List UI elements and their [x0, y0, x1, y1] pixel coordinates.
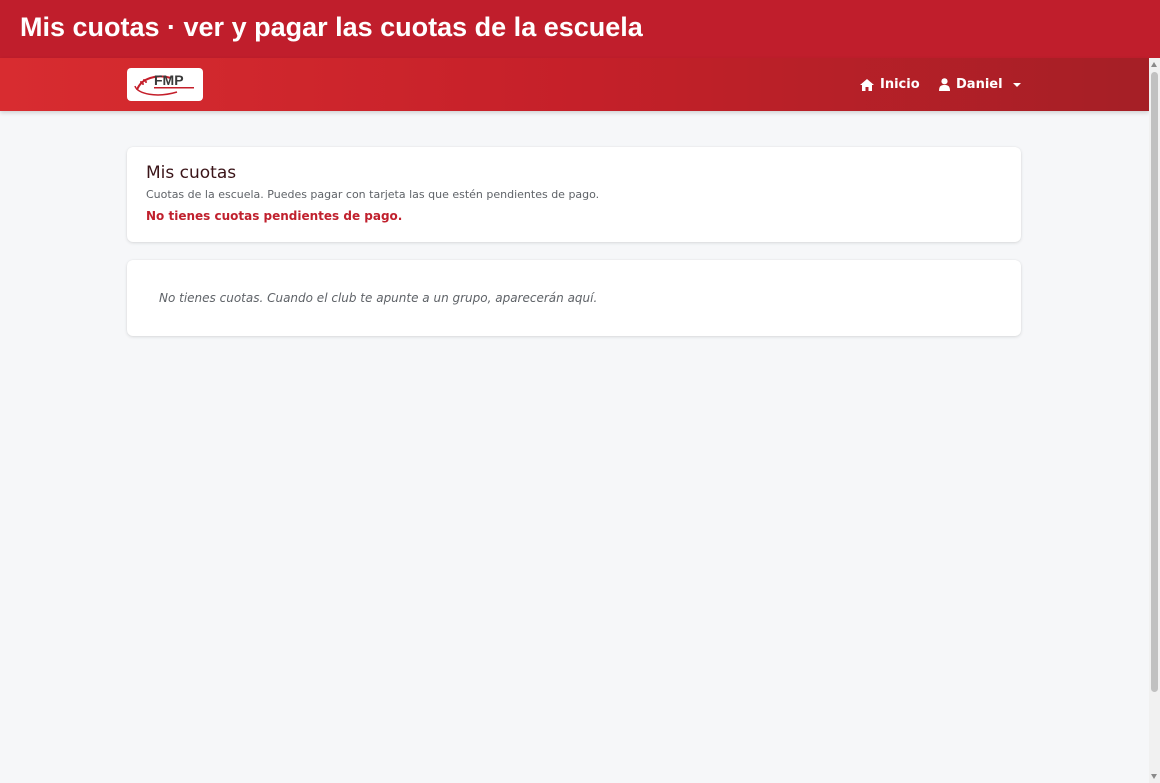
card-subtitle: Cuotas de la escuela. Puedes pagar con t…	[146, 188, 600, 201]
empty-state-message: No tienes cuotas. Cuando el club te apun…	[159, 291, 598, 305]
fees-list-card: No tienes cuotas. Cuando el club te apun…	[127, 260, 1021, 336]
page-scrollbar[interactable]	[1149, 58, 1160, 783]
nav-home-link[interactable]: Inicio	[860, 77, 920, 92]
logo-text: FMP	[154, 72, 184, 88]
scroll-down-icon[interactable]	[1151, 774, 1157, 779]
user-menu-dropdown[interactable]: Daniel	[939, 77, 1021, 92]
pending-alert: No tienes cuotas pendientes de pago.	[146, 209, 403, 223]
fmp-logo-image: FMP	[134, 72, 194, 96]
home-icon	[860, 78, 874, 91]
scroll-up-icon[interactable]	[1151, 62, 1157, 67]
chevron-down-icon	[1012, 82, 1021, 87]
nav-home-label: Inicio	[880, 77, 920, 92]
summary-card: Mis cuotas Cuotas de la escuela. Puedes …	[127, 147, 1021, 242]
scrollbar-thumb[interactable]	[1151, 72, 1158, 692]
user-icon	[939, 78, 950, 91]
fmp-logo[interactable]: FMP	[127, 68, 203, 101]
user-name: Daniel	[956, 77, 1003, 92]
top-navbar: FMP Inicio Daniel	[0, 58, 1149, 111]
card-title: Mis cuotas	[146, 163, 237, 183]
page-title: Mis cuotas · ver y pagar las cuotas de l…	[0, 0, 1160, 58]
